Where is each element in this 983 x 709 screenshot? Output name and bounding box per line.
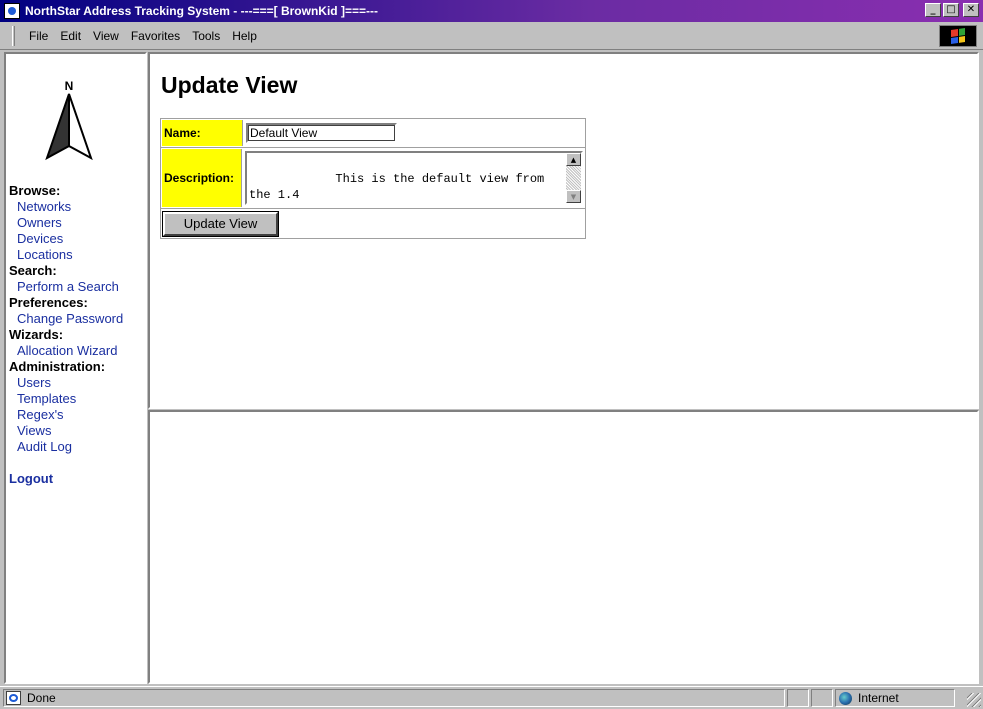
description-textarea[interactable]: This is the default view from the 1.4 up… [245, 151, 583, 205]
menu-view[interactable]: View [87, 27, 125, 45]
nav-link-audit-log[interactable]: Audit Log [9, 439, 147, 455]
nav-heading-search: Search: [9, 263, 57, 278]
nav-link-logout[interactable]: Logout [9, 471, 147, 487]
page-title: Update View [161, 72, 298, 98]
window-controls: _ □ ✕ [925, 3, 979, 17]
scroll-down-arrow-icon[interactable]: ▼ [566, 190, 581, 203]
nav-heading-browse: Browse: [9, 183, 61, 198]
window-titlebar[interactable]: NorthStar Address Tracking System - ---=… [0, 0, 983, 22]
nav-link-owners[interactable]: Owners [9, 215, 147, 231]
frameset: N Browse: Networks Owners Devices Locati… [4, 52, 981, 684]
nav-link-regexes[interactable]: Regex's [9, 407, 147, 423]
nav-heading-wizards: Wizards: [9, 327, 64, 342]
nav-link-allocation-wizard[interactable]: Allocation Wizard [9, 343, 147, 359]
globe-icon [839, 691, 852, 705]
menu-grip[interactable] [12, 25, 15, 46]
nav-heading-preferences: Preferences: [9, 295, 88, 310]
nav-link-templates[interactable]: Templates [9, 391, 147, 407]
nav-link-change-password[interactable]: Change Password [9, 311, 147, 327]
name-input[interactable] [246, 123, 397, 143]
nav-menu: Browse: Networks Owners Devices Location… [9, 183, 147, 487]
security-zone-panel: Internet [835, 689, 955, 707]
update-view-form: Name: Description: This is the default v… [160, 118, 586, 239]
menu-favorites[interactable]: Favorites [125, 27, 186, 45]
north-letter: N [65, 79, 74, 93]
nav-link-devices[interactable]: Devices [9, 231, 147, 247]
bottom-frame [148, 410, 979, 684]
window-title: NorthStar Address Tracking System - ---=… [25, 4, 378, 18]
content-frame: Update View Name: Description: This is t… [148, 52, 979, 409]
menu-file[interactable]: File [23, 27, 54, 45]
description-row: Description: This is the default view fr… [161, 148, 585, 209]
status-bar: Done Internet [0, 686, 983, 709]
name-cell [244, 119, 585, 147]
menu-help[interactable]: Help [226, 27, 263, 45]
close-button[interactable]: ✕ [963, 3, 979, 17]
nav-frame: N Browse: Networks Owners Devices Locati… [4, 52, 147, 684]
menu-edit[interactable]: Edit [54, 27, 87, 45]
nav-link-networks[interactable]: Networks [9, 199, 147, 215]
description-label: Description: [162, 149, 242, 207]
status-text: Done [27, 691, 56, 705]
nav-heading-administration: Administration: [9, 359, 106, 374]
zone-label: Internet [858, 691, 899, 705]
status-main-panel: Done [3, 689, 785, 707]
nav-link-perform-search[interactable]: Perform a Search [9, 279, 147, 295]
windows-logo-icon [939, 25, 977, 47]
nav-link-views[interactable]: Views [9, 423, 147, 439]
status-panel [811, 689, 833, 707]
update-view-button[interactable]: Update View [162, 210, 279, 237]
description-scrollbar[interactable]: ▲ ▼ [566, 153, 581, 203]
maximize-button[interactable]: □ [943, 3, 959, 17]
north-arrow-icon: N [45, 79, 93, 161]
description-text: This is the default view from the 1.4 up… [249, 172, 545, 202]
description-cell: This is the default view from the 1.4 up… [243, 148, 585, 208]
scroll-up-arrow-icon[interactable]: ▲ [566, 153, 581, 166]
status-panel [787, 689, 809, 707]
nav-link-locations[interactable]: Locations [9, 247, 147, 263]
name-row: Name: [161, 119, 585, 148]
menu-bar: File Edit View Favorites Tools Help [0, 22, 983, 50]
menu-tools[interactable]: Tools [186, 27, 226, 45]
nav-link-users[interactable]: Users [9, 375, 147, 391]
ie-page-icon [4, 3, 20, 19]
resize-grip[interactable] [967, 693, 981, 707]
ie-page-icon [6, 691, 21, 705]
submit-row: Update View [161, 209, 585, 238]
name-label: Name: [162, 120, 243, 146]
minimize-button[interactable]: _ [925, 3, 941, 17]
